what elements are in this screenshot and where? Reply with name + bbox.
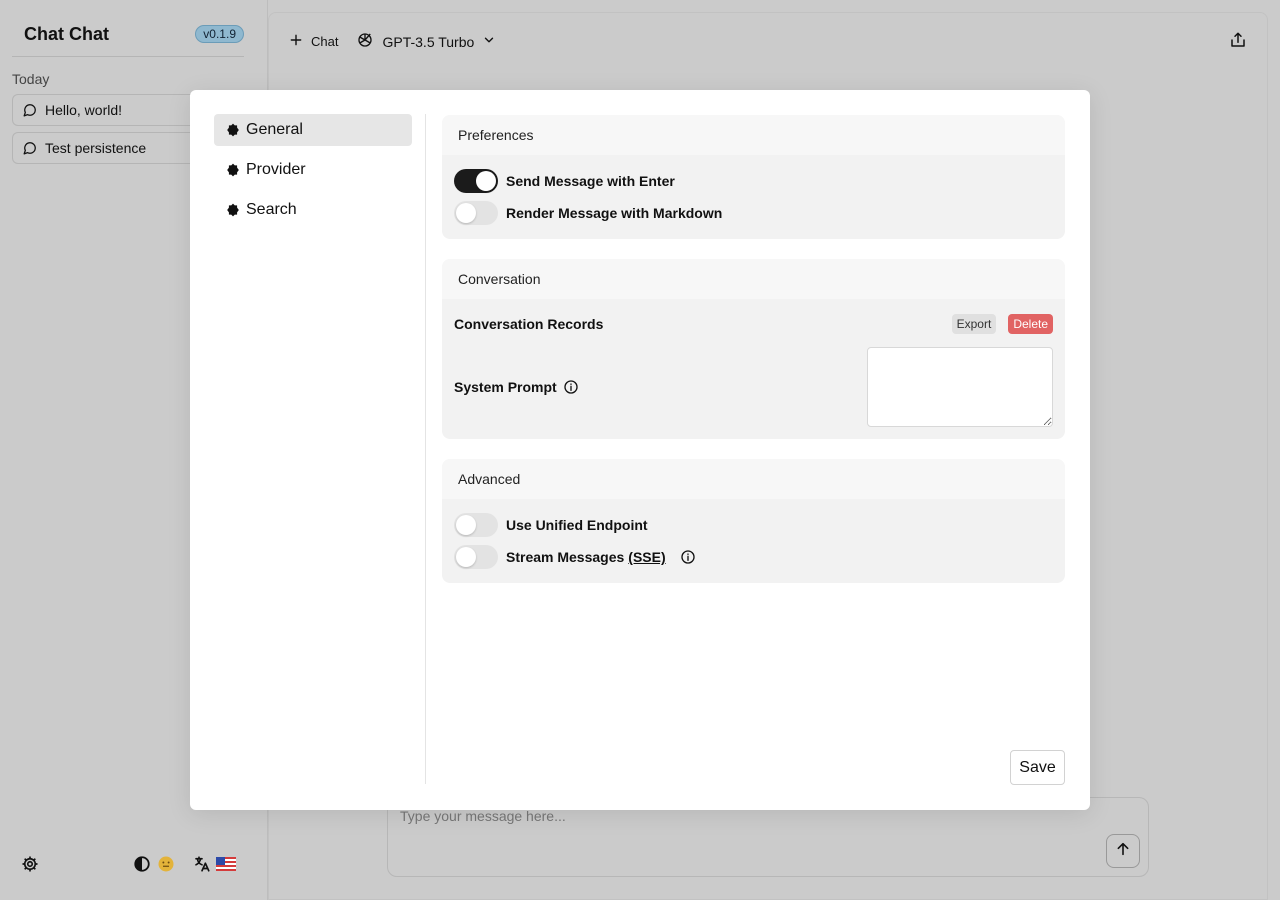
setting-label: Conversation Records [454, 316, 604, 332]
setting-label: Stream Messages [506, 549, 625, 565]
chat-bubble-icon [23, 141, 37, 155]
system-prompt-row: System Prompt [442, 347, 1065, 427]
panel-title: Preferences [442, 115, 1065, 155]
unified-endpoint-toggle[interactable] [454, 513, 498, 537]
setting-label: System Prompt [454, 379, 557, 395]
badge-icon [226, 203, 240, 217]
sidebar-footer [0, 850, 268, 880]
setting-label: Use Unified Endpoint [506, 517, 648, 533]
nav-label: General [246, 121, 303, 138]
translate-icon[interactable] [191, 850, 213, 878]
version-badge: v0.1.9 [195, 25, 244, 43]
stream-messages-row: Stream Messages (SSE) [442, 543, 1065, 571]
model-name: GPT-3.5 Turbo [382, 33, 475, 50]
settings-nav: General Provider Search [214, 114, 412, 234]
nav-label: Provider [246, 161, 306, 178]
chat-bubble-icon [23, 103, 37, 117]
settings-nav-general[interactable]: General [214, 114, 412, 146]
badge-icon [226, 163, 240, 177]
settings-icon[interactable] [19, 850, 41, 878]
panel-title: Conversation [442, 259, 1065, 299]
render-markdown-toggle[interactable] [454, 201, 498, 225]
panel-title: Advanced [442, 459, 1065, 499]
openai-icon [356, 31, 374, 52]
export-button[interactable]: Export [951, 314, 997, 334]
app-title: Chat Chat [24, 23, 109, 44]
send-enter-row: Send Message with Enter [442, 155, 1065, 199]
advanced-panel: Advanced Use Unified Endpoint Stream Mes… [442, 459, 1065, 583]
info-icon[interactable] [563, 379, 579, 395]
settings-nav-provider[interactable]: Provider [214, 154, 412, 186]
new-chat-label: Chat [311, 34, 339, 49]
top-bar: Chat GPT-3.5 Turbo [289, 31, 496, 52]
nav-label: Search [246, 201, 297, 218]
new-chat-button[interactable]: Chat [289, 33, 338, 50]
settings-dialog: General Provider Search Preferences Send… [190, 90, 1090, 810]
chat-item-label: Test persistence [45, 140, 147, 156]
section-label-today: Today [12, 71, 50, 87]
arrow-up-icon [1115, 841, 1131, 862]
render-markdown-row: Render Message with Markdown [442, 199, 1065, 227]
save-button[interactable]: Save [1010, 750, 1065, 785]
settings-nav-search[interactable]: Search [214, 194, 412, 226]
chat-item-label: Hello, world! [45, 102, 123, 118]
stream-messages-toggle[interactable] [454, 545, 498, 569]
preferences-panel: Preferences Send Message with Enter Rend… [442, 115, 1065, 239]
conversation-records-row: Conversation Records Export Delete [442, 299, 1065, 347]
send-enter-toggle[interactable] [454, 169, 498, 193]
setting-label: Render Message with Markdown [506, 205, 723, 221]
info-icon[interactable] [680, 549, 696, 565]
model-selector[interactable]: GPT-3.5 Turbo [356, 31, 496, 52]
plus-icon [289, 33, 303, 50]
theme-icon[interactable] [131, 850, 153, 878]
emoji-icon[interactable] [155, 850, 177, 878]
chevron-down-icon [482, 33, 496, 50]
sse-abbr: (SSE) [628, 549, 666, 565]
nav-divider [425, 114, 426, 784]
conversation-panel: Conversation Conversation Records Export… [442, 259, 1065, 439]
brand-row: Chat Chat v0.1.9 [24, 22, 244, 46]
unified-endpoint-row: Use Unified Endpoint [442, 499, 1065, 543]
message-input-placeholder: Type your message here... [400, 808, 566, 824]
badge-icon [226, 123, 240, 137]
delete-button[interactable]: Delete [1008, 314, 1053, 334]
divider [12, 56, 244, 57]
share-icon[interactable] [1229, 31, 1249, 51]
setting-label: Send Message with Enter [506, 173, 675, 189]
send-button[interactable] [1106, 834, 1140, 868]
flag-icon[interactable] [215, 850, 237, 878]
chat-item[interactable]: Hello, world! [12, 94, 202, 126]
system-prompt-input[interactable] [867, 347, 1053, 427]
chat-item[interactable]: Test persistence [12, 132, 202, 164]
